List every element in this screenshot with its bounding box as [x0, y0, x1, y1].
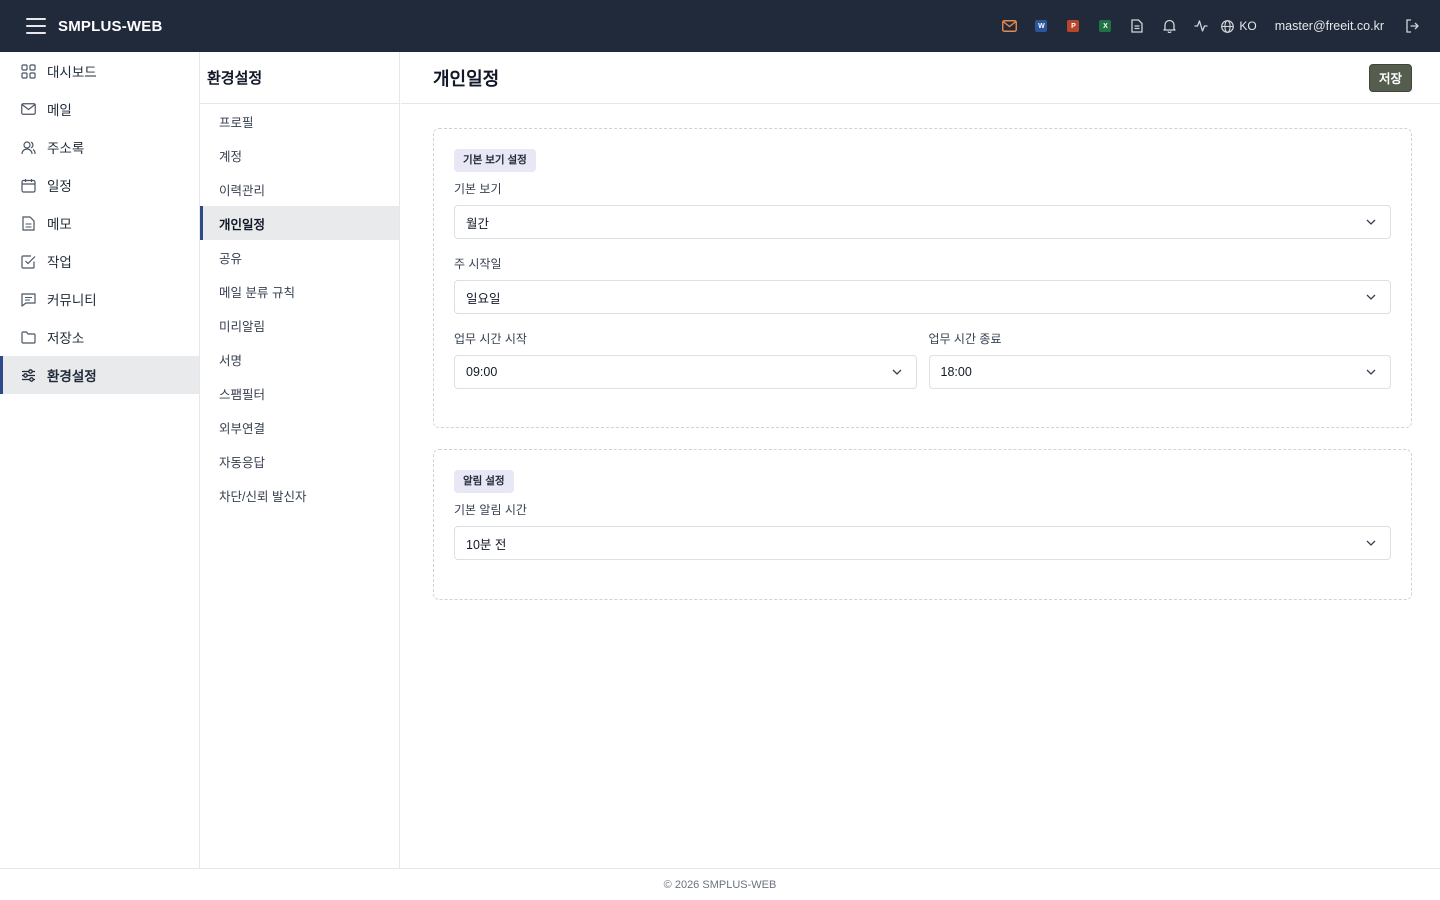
section-chip: 알림 설정 [454, 470, 514, 493]
language-selector[interactable]: KO [1221, 19, 1257, 33]
submenu-item-sharing[interactable]: 공유 [200, 240, 399, 274]
sidebar-item-label: 메일 [47, 103, 72, 118]
submenu-item-auto-reply[interactable]: 자동응답 [200, 444, 399, 478]
chevron-down-icon [1366, 294, 1376, 300]
mail-icon [20, 101, 36, 117]
submenu-item-personal-schedule[interactable]: 개인일정 [200, 206, 399, 240]
submenu-list: 프로필 계정 이력관리 개인일정 공유 메일 분류 규칙 미리알림 서명 스팸필… [200, 104, 399, 512]
sidebar-item-label: 작업 [47, 255, 72, 270]
section-chip: 기본 보기 설정 [454, 149, 536, 172]
excel-badge: X [1099, 20, 1112, 32]
user-email[interactable]: master@freeit.co.kr [1275, 19, 1384, 33]
memo-icon [20, 215, 36, 231]
sidebar-item-community[interactable]: 커뮤니티 [0, 280, 199, 318]
powerpoint-icon[interactable]: P [1057, 0, 1089, 52]
alarm-settings-card: 알림 설정 기본 알림 시간 10분 전 [433, 449, 1412, 600]
week-start-select[interactable]: 일요일 [454, 280, 1391, 314]
top-bar-actions: W P X KO master@freeit.co.kr [993, 0, 1440, 52]
select-value: 월간 [466, 216, 490, 231]
contacts-icon [20, 139, 36, 155]
sidebar-item-memo[interactable]: 메모 [0, 204, 199, 242]
select-value: 일요일 [466, 291, 501, 306]
menu-toggle-icon[interactable] [26, 18, 46, 34]
community-icon [20, 291, 36, 307]
word-badge: W [1035, 20, 1048, 32]
submenu-item-mail-rules[interactable]: 메일 분류 규칙 [200, 274, 399, 308]
sidebar-item-label: 메모 [47, 217, 72, 232]
select-value: 18:00 [940, 365, 972, 379]
top-bar: SMPLUS-WEB W P X KO master@freeit.co.kr [0, 0, 1440, 52]
submenu-item-signature[interactable]: 서명 [200, 342, 399, 376]
excel-icon[interactable]: X [1089, 0, 1121, 52]
bell-icon[interactable] [1153, 0, 1185, 52]
globe-icon [1221, 19, 1235, 33]
week-start-label: 주 시작일 [454, 257, 502, 271]
sidebar-item-contacts[interactable]: 주소록 [0, 128, 199, 166]
submenu-item-reminders[interactable]: 미리알림 [200, 308, 399, 342]
submenu-item-spam-filter[interactable]: 스팸필터 [200, 376, 399, 410]
sidebar-item-label: 환경설정 [47, 369, 97, 384]
select-value: 10분 전 [466, 537, 507, 552]
sidebar-item-calendar[interactable]: 일정 [0, 166, 199, 204]
default-view-select[interactable]: 월간 [454, 205, 1391, 239]
sidebar: 대시보드 메일 주소록 일정 메모 작업 커뮤니티 저장소 환경설정 [0, 52, 200, 868]
submenu-item-history[interactable]: 이력관리 [200, 172, 399, 206]
work-start-label: 업무 시간 시작 [454, 332, 527, 346]
sidebar-item-label: 주소록 [47, 141, 85, 156]
sidebar-item-settings[interactable]: 환경설정 [0, 356, 199, 394]
default-view-settings-card: 기본 보기 설정 기본 보기 월간 주 시작일 일요일 업무 시간 시작 09:… [433, 128, 1412, 428]
sidebar-item-storage[interactable]: 저장소 [0, 318, 199, 356]
submenu-item-profile[interactable]: 프로필 [200, 104, 399, 138]
settings-submenu: 환경설정 프로필 계정 이력관리 개인일정 공유 메일 분류 규칙 미리알림 서… [200, 52, 400, 868]
dashboard-icon [20, 63, 36, 79]
calendar-icon [20, 177, 36, 193]
page-title: 개인일정 [433, 68, 500, 89]
chevron-down-icon [1366, 219, 1376, 225]
sidebar-item-label: 커뮤니티 [47, 293, 97, 308]
main-content: 개인일정 저장 기본 보기 설정 기본 보기 월간 주 시작일 일요일 업무 시… [401, 52, 1440, 868]
chevron-down-icon [1366, 540, 1376, 546]
select-value: 09:00 [466, 365, 498, 379]
sidebar-item-mail[interactable]: 메일 [0, 90, 199, 128]
default-alarm-select[interactable]: 10분 전 [454, 526, 1391, 560]
word-icon[interactable]: W [1025, 0, 1057, 52]
work-end-select[interactable]: 18:00 [928, 355, 1391, 389]
save-button[interactable]: 저장 [1368, 63, 1412, 92]
work-hours-row: 업무 시간 시작 09:00 업무 시간 종료 18:00 [454, 314, 1391, 389]
task-icon [20, 253, 36, 269]
submenu-item-blocked-trusted-senders[interactable]: 차단/신뢰 발신자 [200, 478, 399, 512]
work-end-label: 업무 시간 종료 [928, 332, 1002, 346]
settings-sliders-icon [20, 367, 36, 383]
work-start-select[interactable]: 09:00 [454, 355, 917, 389]
folder-icon [20, 329, 36, 345]
sidebar-item-label: 일정 [47, 179, 72, 194]
chevron-down-icon [892, 369, 901, 375]
sidebar-item-label: 대시보드 [47, 65, 97, 80]
sidebar-item-task[interactable]: 작업 [0, 242, 199, 280]
main-header: 개인일정 저장 [401, 52, 1440, 104]
app-title[interactable]: SMPLUS-WEB [58, 18, 163, 35]
document-icon[interactable] [1121, 0, 1153, 52]
language-label: KO [1239, 19, 1257, 33]
footer: © 2026 SMPLUS-WEB [0, 868, 1440, 900]
submenu-title: 환경설정 [200, 52, 399, 104]
sidebar-item-dashboard[interactable]: 대시보드 [0, 52, 199, 90]
submenu-item-external-connection[interactable]: 외부연결 [200, 410, 399, 444]
logout-icon[interactable] [1394, 0, 1430, 52]
mail-icon[interactable] [993, 0, 1025, 52]
powerpoint-badge: P [1067, 20, 1080, 32]
chevron-down-icon [1366, 369, 1376, 375]
submenu-item-account[interactable]: 계정 [200, 138, 399, 172]
default-view-label: 기본 보기 [454, 182, 502, 196]
default-alarm-label: 기본 알림 시간 [454, 503, 527, 517]
activity-icon[interactable] [1185, 0, 1217, 52]
sidebar-item-label: 저장소 [47, 331, 85, 346]
